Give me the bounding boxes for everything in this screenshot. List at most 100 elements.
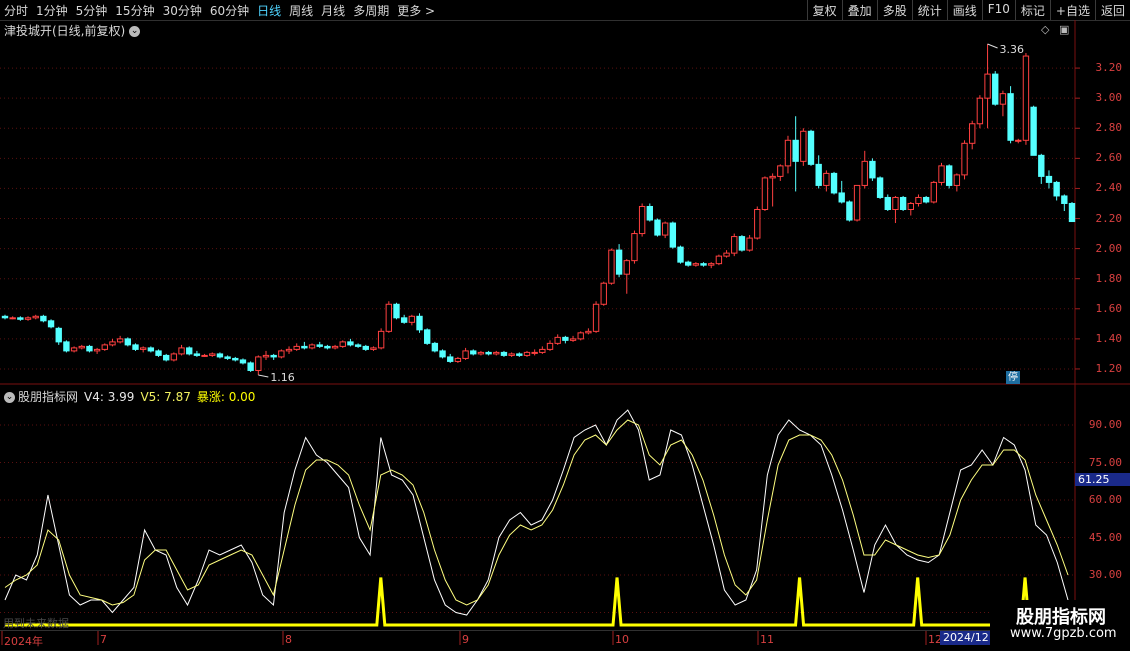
candle-body <box>869 160 876 179</box>
candle-body <box>24 317 32 320</box>
watermark-url: www.7gpzb.com <box>1010 626 1117 641</box>
candle-body <box>915 196 922 204</box>
candle-body <box>569 338 577 341</box>
watermark: 股朋指标网 www.7gpzb.com <box>990 600 1130 650</box>
price-tick-label: 2.80 <box>1095 121 1123 135</box>
candle-body <box>63 341 70 352</box>
price-tick-label: 2.00 <box>1095 241 1123 255</box>
candle-body <box>661 222 669 236</box>
candle-body <box>907 202 914 210</box>
candle-body <box>493 351 500 355</box>
candle-body <box>139 347 147 350</box>
candle-body <box>523 351 531 356</box>
candle-body <box>876 177 884 198</box>
candle-body <box>945 165 953 186</box>
candle-body <box>953 174 961 186</box>
candle-body <box>800 130 807 162</box>
candle-body <box>485 351 492 355</box>
candle-body <box>454 357 462 362</box>
indicator-tick-label: 75.00 <box>1088 455 1122 469</box>
date-label: 11 <box>760 633 774 646</box>
candle-body <box>738 236 746 251</box>
stop-badge: 停 <box>1006 371 1020 384</box>
candle-body <box>685 261 692 266</box>
candle-body <box>1030 106 1037 156</box>
high-label: 3.36 <box>1000 43 1025 56</box>
selected-date: 2024/12 <box>940 631 992 645</box>
candle-body <box>439 350 446 358</box>
candle-body <box>331 345 339 349</box>
bz-line <box>5 577 1068 627</box>
candle-body <box>124 338 132 346</box>
candle-body <box>201 354 208 357</box>
candle-body <box>600 282 607 305</box>
candle-body <box>615 249 623 275</box>
chart-canvas[interactable]: 3.36 1.16 <box>0 0 1130 650</box>
candle-body <box>884 196 891 210</box>
candle-body <box>462 350 469 359</box>
candle-body <box>700 263 707 266</box>
candle-body <box>339 341 346 347</box>
current-value-label: 61.25 <box>1075 473 1130 486</box>
candle-body <box>646 205 653 221</box>
candle-body <box>992 73 999 105</box>
candle-body <box>969 123 976 144</box>
candle-body <box>1038 154 1045 177</box>
candle-body <box>400 317 408 323</box>
price-tick-label: 1.20 <box>1095 361 1123 375</box>
candle-body <box>861 160 868 186</box>
candle-body <box>500 351 508 356</box>
candle-body <box>546 342 554 350</box>
candle-body <box>416 315 423 331</box>
price-tick-label: 1.60 <box>1095 301 1123 315</box>
candle-body <box>308 344 316 349</box>
candle-body <box>792 139 799 162</box>
candle-body <box>170 353 178 361</box>
candle-body <box>677 246 684 263</box>
candle-body <box>224 356 231 359</box>
candle-body <box>301 345 308 349</box>
candle-body <box>539 348 546 353</box>
candle-body <box>78 345 85 349</box>
candle-body <box>846 201 853 221</box>
candle-body <box>922 196 930 203</box>
candle-body <box>838 192 845 203</box>
candle-body <box>93 348 101 352</box>
candle-body <box>9 317 16 320</box>
candle-body <box>999 93 1007 105</box>
candle-body <box>516 353 523 356</box>
candle-body <box>715 255 723 265</box>
indicator-tick-label: 60.00 <box>1088 493 1122 506</box>
candle-body <box>807 130 815 165</box>
candle-body <box>17 317 24 320</box>
candle-body <box>209 353 216 356</box>
price-tick-label: 2.20 <box>1095 211 1123 225</box>
candle-body <box>899 196 907 210</box>
price-tick-label: 2.40 <box>1095 181 1123 195</box>
candle-body <box>623 260 630 275</box>
candle-body <box>431 342 439 352</box>
price-tick-label: 1.80 <box>1095 271 1123 285</box>
price-tick-label: 1.40 <box>1095 331 1123 345</box>
date-label: 10 <box>615 633 629 646</box>
candle-body <box>1061 195 1068 204</box>
candle-body <box>608 249 615 284</box>
candle-body <box>976 97 984 125</box>
candle-body <box>562 336 569 341</box>
date-label: 8 <box>285 633 292 646</box>
low-pointer <box>258 374 269 378</box>
candle-body <box>324 345 331 349</box>
candle-body <box>761 177 769 210</box>
candle-body <box>262 354 270 358</box>
candle-body <box>784 139 792 167</box>
candle-body <box>853 184 861 221</box>
candle-body <box>393 303 400 319</box>
candle-body <box>40 315 47 322</box>
candle-body <box>216 353 224 358</box>
candle-body <box>385 303 392 332</box>
candle-body <box>554 336 561 344</box>
candle-body <box>508 353 515 356</box>
candle-body <box>470 350 477 355</box>
candle-body <box>155 350 162 356</box>
candle-body <box>930 181 938 203</box>
